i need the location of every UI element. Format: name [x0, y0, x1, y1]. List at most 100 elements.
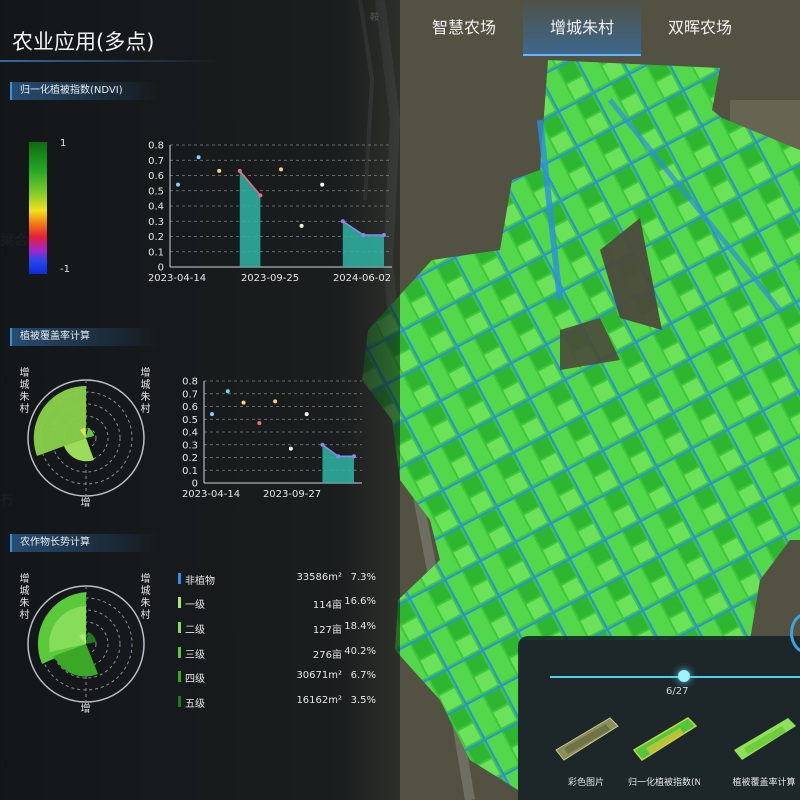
- timeline-handle[interactable]: [678, 670, 690, 682]
- area-fill: [342, 221, 384, 267]
- growth-section-header: 农作物长势计算: [10, 534, 160, 552]
- growth-row-level-2: 二级 127亩 18.4%: [178, 619, 378, 636]
- data-point: [304, 412, 309, 417]
- thumbnail-label: 彩色图片: [567, 778, 604, 788]
- data-point: [382, 232, 386, 237]
- growth-row-non-plant: 非植物 33586m² 7.3%: [178, 570, 378, 587]
- y-tick-label: 0.8: [148, 141, 164, 152]
- y-tick-label: 0.3: [182, 440, 198, 451]
- data-point: [176, 182, 180, 187]
- tab-bar: 智慧农场 增城朱村 双晖农场: [405, 0, 759, 56]
- thumbnail-color-image-preview: [555, 717, 619, 761]
- growth-level-name: 三级: [185, 650, 205, 661]
- data-point: [320, 182, 325, 187]
- growth-row-level-5: 五级 16162m² 3.5%: [178, 693, 378, 710]
- legend-swatch: [178, 696, 181, 707]
- app-title: 农业应用(多点): [12, 30, 155, 54]
- legend-swatch: [178, 622, 181, 633]
- growth-percent: 3.5%: [350, 695, 376, 706]
- data-point: [299, 223, 304, 228]
- data-point: [361, 232, 366, 237]
- legend-min-label: -1: [60, 264, 70, 275]
- area-fill: [239, 170, 261, 267]
- y-tick-label: 0.7: [148, 156, 164, 167]
- thumbnail-label: 植被覆盖率计算: [732, 778, 796, 788]
- y-tick-label: 0.6: [148, 171, 164, 182]
- growth-area: 33586m²: [296, 572, 342, 583]
- data-point: [336, 454, 341, 459]
- growth-area: 16162m²: [296, 695, 342, 706]
- x-tick-label: 2023-04-14: [182, 489, 240, 500]
- growth-row-level-1: 一级 114亩 16.6%: [178, 594, 378, 611]
- data-point: [320, 442, 325, 447]
- growth-percent: 16.6%: [344, 596, 376, 607]
- y-tick-label: 0.3: [148, 217, 164, 228]
- legend-swatch: [178, 573, 181, 584]
- data-point: [288, 446, 293, 451]
- data-point: [237, 168, 242, 173]
- y-tick-label: 0: [192, 479, 198, 490]
- thumbnail-label: 归一化植被指数(N: [628, 778, 700, 788]
- data-point: [273, 399, 278, 404]
- data-point: [196, 155, 201, 160]
- timeline-date-label: 6/27: [666, 686, 689, 697]
- y-tick-label: 0.1: [182, 466, 198, 477]
- ndvi-section-header: 归一化植被指数(NDVI): [10, 82, 160, 100]
- tab-shuanghui-farm[interactable]: 双晖农场: [641, 0, 759, 56]
- legend-max-label: 1: [60, 138, 67, 149]
- data-point: [352, 454, 356, 459]
- growth-percent: 7.3%: [350, 572, 376, 583]
- data-point: [241, 400, 246, 405]
- tab-zengcheng-zhucun[interactable]: 增城朱村: [523, 0, 641, 56]
- polar-sector-small: [86, 428, 94, 438]
- x-tick-label: 2024-06-02: [333, 273, 391, 284]
- x-tick-label: 2023-04-14: [148, 273, 206, 284]
- data-point: [279, 167, 283, 172]
- growth-level-name: 五级: [185, 699, 205, 710]
- ndvi-color-legend: [29, 142, 47, 274]
- y-tick-label: 0.7: [182, 389, 198, 400]
- data-point: [217, 168, 222, 173]
- growth-row-level-4: 四级 30671m² 6.7%: [178, 668, 378, 685]
- y-tick-label: 0.5: [182, 415, 198, 426]
- growth-level-name: 二级: [185, 625, 205, 636]
- growth-percent: 40.2%: [344, 646, 376, 657]
- thumbnail-coverage-preview: [734, 718, 796, 760]
- y-tick-label: 0.6: [182, 402, 198, 413]
- coverage-polar-chart[interactable]: [24, 376, 148, 500]
- thumbnail-coverage[interactable]: 植被覆盖率计算: [728, 708, 800, 788]
- growth-area: 127亩: [312, 625, 342, 636]
- legend-swatch: [178, 647, 181, 658]
- thumbnail-ndvi-preview: [632, 717, 698, 761]
- growth-level-name: 四级: [185, 674, 205, 685]
- y-tick-label: 0.4: [182, 428, 198, 439]
- growth-level-name: 非植物: [185, 576, 215, 587]
- growth-area: 30671m²: [296, 670, 342, 681]
- thumbnail-ndvi[interactable]: 归一化植被指数(N: [628, 708, 700, 788]
- growth-percent: 18.4%: [344, 621, 376, 632]
- y-tick-label: 0.2: [148, 232, 164, 243]
- data-point: [225, 389, 230, 394]
- legend-swatch: [178, 671, 181, 682]
- tab-smart-farm[interactable]: 智慧农场: [405, 0, 523, 56]
- y-tick-label: 0.1: [148, 247, 164, 258]
- data-point: [258, 193, 263, 198]
- title-underline: [0, 60, 220, 62]
- coverage-section-header: 植被覆盖率计算: [10, 328, 160, 346]
- timeline-track[interactable]: [550, 676, 800, 678]
- y-tick-label: 0: [158, 263, 164, 274]
- data-point: [257, 421, 262, 426]
- ndvi-line-chart[interactable]: 0.8 0.7 0.6 0.5 0.4 0.3 0.2 0.1 02023-04-14 2023-…: [140, 138, 395, 290]
- y-tick-label: 0.8: [182, 377, 198, 388]
- y-tick-label: 0.2: [182, 453, 198, 464]
- area-fill: [322, 444, 354, 483]
- growth-area: 114亩: [312, 600, 342, 611]
- growth-polar-chart[interactable]: [24, 582, 148, 706]
- growth-percent: 6.7%: [350, 670, 376, 681]
- y-tick-label: 0.5: [148, 186, 164, 197]
- thumbnail-color-image[interactable]: 彩色图片: [550, 708, 622, 788]
- growth-area: 276亩: [312, 650, 342, 661]
- x-tick-label: 2023-09-27: [263, 489, 321, 500]
- timeline-panel: 6/27 彩色图片 归一化植被指数(N 植被覆盖率计算: [518, 636, 800, 800]
- coverage-line-chart[interactable]: 0.80.7 0.6 0.5 0.40.3 0.2 0.1 02023-04-14 2023-…: [172, 374, 370, 500]
